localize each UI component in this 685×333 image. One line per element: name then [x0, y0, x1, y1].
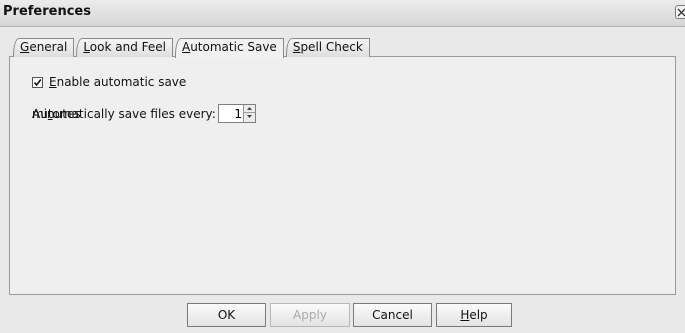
window-title: Preferences — [3, 4, 91, 19]
tab-general-text: eneral — [29, 40, 68, 54]
help-button-mnemonic: H — [460, 308, 470, 322]
enable-autosave-label: Enable automatic save — [49, 75, 186, 89]
apply-button[interactable]: Apply — [270, 303, 350, 327]
enable-autosave-mnemonic: E — [49, 75, 57, 89]
autosave-interval-unit: minutes — [32, 107, 81, 121]
tab-panel-automatic-save: Enable automatic save Automatically save… — [9, 56, 676, 295]
preferences-dialog: Preferences Enable automatic save Automa… — [0, 0, 685, 333]
tab-automatic-save[interactable]: Automatic Save — [174, 38, 284, 58]
enable-autosave-row[interactable]: Enable automatic save — [32, 75, 186, 89]
tab-spell-check[interactable]: Spell Check — [285, 38, 370, 57]
help-button[interactable]: Help — [436, 303, 512, 327]
dialog-button-bar: OK Apply Cancel Help — [0, 295, 685, 333]
autosave-interval-input[interactable]: 1 — [234, 107, 242, 121]
tab-strip: General Look and Feel Automatic Save Spe… — [13, 38, 372, 58]
autosave-interval-spinner[interactable]: 1 — [218, 104, 256, 123]
enable-autosave-text: nable automatic save — [56, 75, 187, 89]
title-bar[interactable]: Preferences — [0, 0, 685, 27]
tab-look-and-feel-text: ook and Feel — [89, 40, 166, 54]
close-button[interactable] — [675, 5, 685, 19]
tab-general[interactable]: General — [13, 38, 75, 57]
tab-look-and-feel[interactable]: Look and Feel — [76, 38, 173, 57]
spinner-buttons — [243, 105, 255, 122]
tab-general-mnemonic: G — [20, 40, 30, 54]
spinner-down-button[interactable] — [244, 113, 255, 121]
cancel-button[interactable]: Cancel — [353, 303, 432, 327]
tab-spell-check-text: pell Check — [300, 40, 363, 54]
spinner-up-button[interactable] — [244, 105, 255, 113]
help-button-text: elp — [469, 308, 488, 322]
tab-automatic-save-mnemonic: A — [181, 40, 191, 54]
ok-button[interactable]: OK — [187, 303, 266, 327]
tab-automatic-save-text: utomatic Save — [190, 40, 277, 54]
enable-autosave-checkbox[interactable] — [32, 76, 43, 88]
